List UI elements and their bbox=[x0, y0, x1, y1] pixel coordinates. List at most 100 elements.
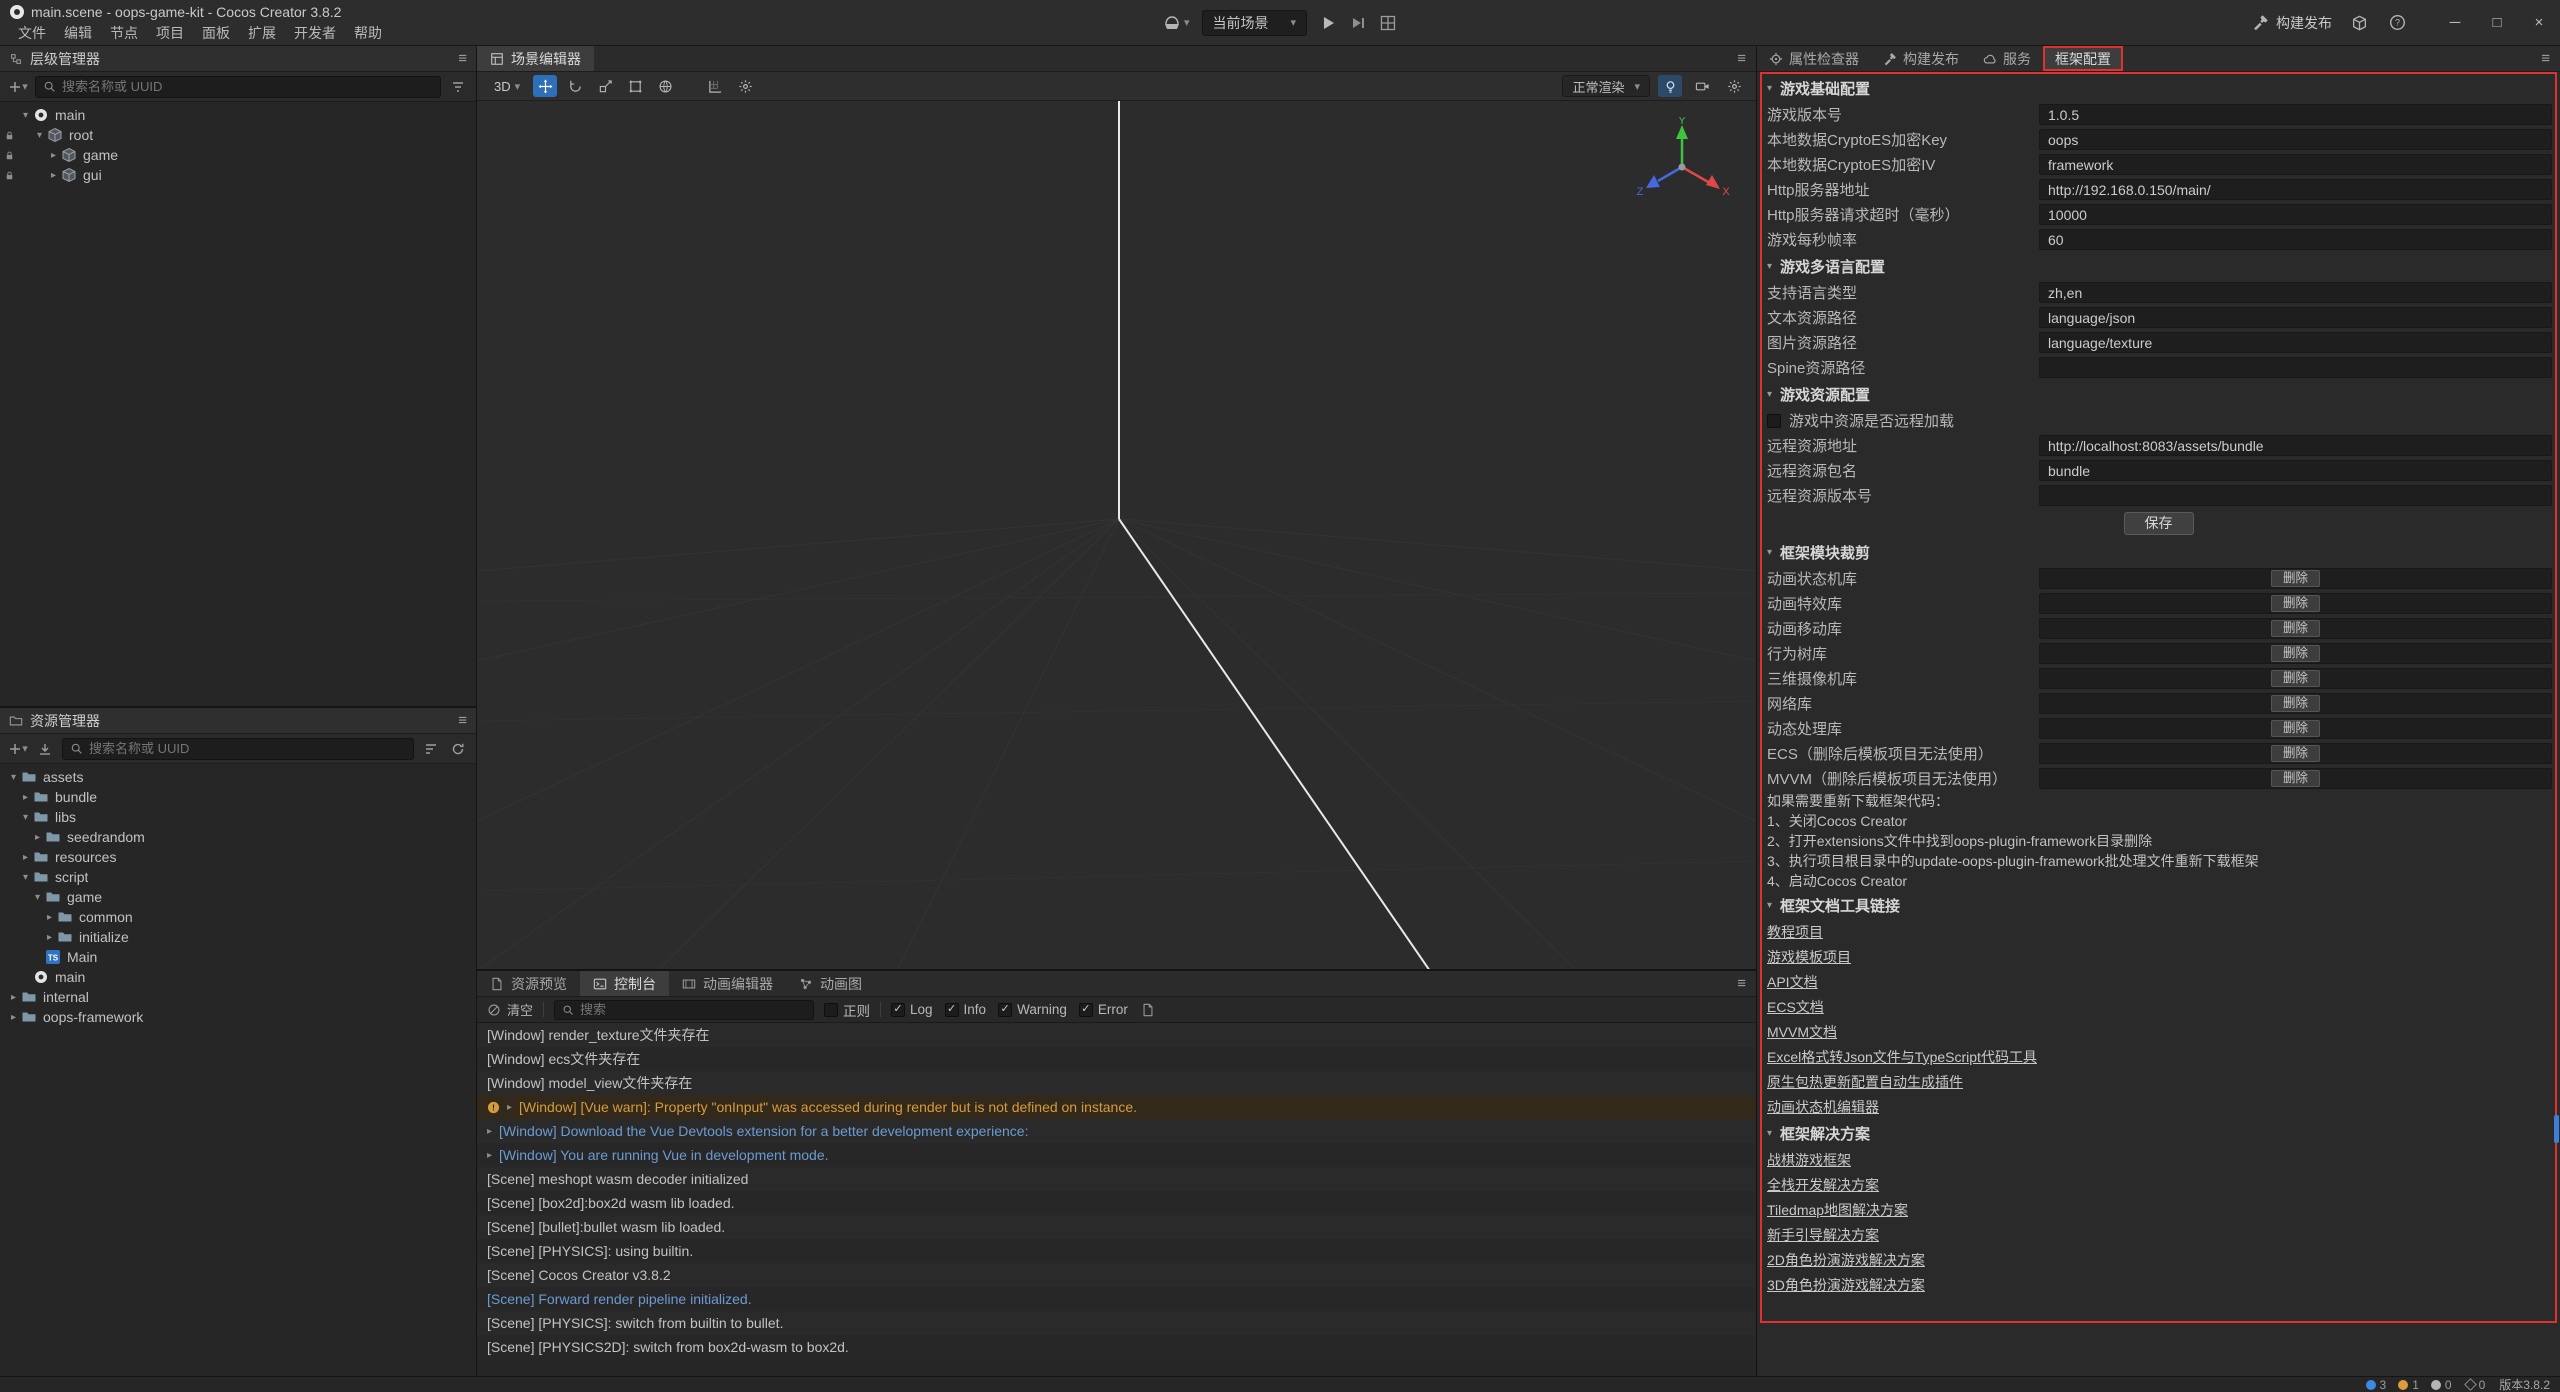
delete-button[interactable]: 删除 bbox=[2271, 720, 2320, 737]
field-value-input[interactable]: http://192.168.0.150/main/ bbox=[2039, 179, 2552, 200]
tree-node-Main[interactable]: TSMain bbox=[0, 947, 476, 967]
console-log-row[interactable]: [Window] model_view文件夹存在 bbox=[477, 1071, 1756, 1095]
menu-node[interactable]: 节点 bbox=[102, 23, 146, 43]
chevron-right-icon[interactable]: ▸ bbox=[18, 792, 33, 803]
filter-checkbox[interactable] bbox=[945, 1003, 959, 1017]
panel-menu-icon[interactable]: ≡ bbox=[458, 50, 467, 67]
step-button[interactable] bbox=[1349, 14, 1367, 32]
maximize-button[interactable]: □ bbox=[2476, 0, 2518, 45]
panel-menu-icon[interactable]: ≡ bbox=[2541, 50, 2550, 67]
filter-error[interactable]: Error bbox=[1079, 1002, 1128, 1017]
console-log-row[interactable]: [Scene] meshopt wasm decoder initialized bbox=[477, 1167, 1756, 1191]
tree-node-game[interactable]: ▸game bbox=[0, 145, 476, 165]
remote-load-checkbox[interactable] bbox=[1767, 414, 1781, 428]
filter-checkbox[interactable] bbox=[998, 1003, 1012, 1017]
filter-warning[interactable]: Warning bbox=[998, 1002, 1067, 1017]
delete-button[interactable]: 删除 bbox=[2271, 670, 2320, 687]
docs-link[interactable]: 游戏模板项目 bbox=[1767, 947, 1851, 967]
field-value-input[interactable]: language/json bbox=[2039, 307, 2552, 328]
package-icon[interactable] bbox=[2348, 12, 2370, 34]
chevron-down-icon[interactable]: ▾ bbox=[30, 892, 45, 903]
section-header-resource[interactable]: ▾游戏资源配置 bbox=[1757, 380, 2560, 408]
tree-node-main[interactable]: ▾main bbox=[0, 105, 476, 125]
chevron-down-icon[interactable]: ▾ bbox=[6, 772, 21, 783]
menu-panel[interactable]: 面板 bbox=[194, 23, 238, 43]
clear-console-button[interactable]: 清空 bbox=[487, 1000, 533, 1019]
solutions-link[interactable]: 2D角色扮演游戏解决方案 bbox=[1767, 1250, 1925, 1270]
menu-file[interactable]: 文件 bbox=[10, 23, 54, 43]
chevron-right-icon[interactable]: ▸ bbox=[6, 1012, 21, 1023]
tree-node-common[interactable]: ▸common bbox=[0, 907, 476, 927]
docs-link[interactable]: 原生包热更新配置自动生成插件 bbox=[1767, 1072, 1963, 1092]
log-file-icon[interactable] bbox=[1138, 1000, 1158, 1020]
regex-checkbox[interactable] bbox=[824, 1003, 838, 1017]
delete-button[interactable]: 删除 bbox=[2271, 695, 2320, 712]
scene-select[interactable]: 当前场景 ▾ bbox=[1202, 10, 1308, 36]
warning-count[interactable]: 1 bbox=[2398, 1378, 2419, 1392]
tree-node-script[interactable]: ▾script bbox=[0, 867, 476, 887]
field-value-input[interactable] bbox=[2039, 357, 2552, 378]
scene-light-icon[interactable] bbox=[1658, 75, 1682, 97]
docs-link[interactable]: 动画状态机编辑器 bbox=[1767, 1097, 1879, 1117]
chevron-down-icon[interactable]: ▾ bbox=[18, 110, 33, 121]
field-value-input[interactable] bbox=[2039, 485, 2552, 506]
tab-animation-graph[interactable]: 动画图 bbox=[786, 971, 875, 996]
chevron-right-icon[interactable]: ▸ bbox=[42, 912, 57, 923]
docs-link[interactable]: API文档 bbox=[1767, 972, 1818, 992]
gizmo-space-icon[interactable] bbox=[653, 75, 677, 97]
scene-settings-gear-icon[interactable] bbox=[1722, 75, 1746, 97]
snap-grid-icon[interactable] bbox=[703, 75, 727, 97]
info-count[interactable]: 3 bbox=[2366, 1378, 2387, 1392]
play-button[interactable] bbox=[1319, 14, 1337, 32]
field-value-input[interactable]: 10000 bbox=[2039, 204, 2552, 225]
move-tool-icon[interactable] bbox=[533, 75, 557, 97]
create-node-button[interactable]: ▾ bbox=[8, 77, 28, 97]
chevron-right-icon[interactable]: ▸ bbox=[46, 150, 61, 161]
chevron-right-icon[interactable]: ▸ bbox=[46, 170, 61, 181]
tree-node-bundle[interactable]: ▸bundle bbox=[0, 787, 476, 807]
docs-link[interactable]: Excel格式转Json文件与TypeScript代码工具 bbox=[1767, 1047, 2037, 1067]
hierarchy-search-input[interactable] bbox=[62, 79, 433, 94]
refresh-icon[interactable] bbox=[448, 739, 468, 759]
tree-node-libs[interactable]: ▾libs bbox=[0, 807, 476, 827]
console-log-row[interactable]: [Scene] [box2d]:box2d wasm lib loaded. bbox=[477, 1191, 1756, 1215]
chevron-right-icon[interactable]: ▸ bbox=[18, 852, 33, 863]
section-header-language[interactable]: ▾游戏多语言配置 bbox=[1757, 252, 2560, 280]
solutions-link[interactable]: 3D角色扮演游戏解决方案 bbox=[1767, 1275, 1925, 1295]
help-icon[interactable]: ? bbox=[2386, 12, 2408, 34]
chevron-down-icon[interactable]: ▾ bbox=[18, 872, 33, 883]
expand-icon[interactable]: ▸ bbox=[487, 1150, 492, 1161]
scrollbar-thumb[interactable] bbox=[2554, 1115, 2559, 1143]
filter-checkbox[interactable] bbox=[1079, 1003, 1093, 1017]
filter-icon[interactable] bbox=[448, 77, 468, 97]
field-value-input[interactable]: http://localhost:8083/assets/bundle bbox=[2039, 435, 2552, 456]
solutions-link[interactable]: 全栈开发解决方案 bbox=[1767, 1175, 1879, 1195]
chevron-right-icon[interactable]: ▸ bbox=[30, 832, 45, 843]
scale-tool-icon[interactable] bbox=[593, 75, 617, 97]
field-value-input[interactable]: language/texture bbox=[2039, 332, 2552, 353]
field-value-input[interactable]: framework bbox=[2039, 154, 2552, 175]
field-value-input[interactable]: 60 bbox=[2039, 229, 2552, 250]
tree-node-oops-framework[interactable]: ▸oops-framework bbox=[0, 1007, 476, 1027]
filter-log[interactable]: Log bbox=[891, 1002, 933, 1017]
minimize-button[interactable]: ─ bbox=[2434, 0, 2476, 45]
chevron-down-icon[interactable]: ▾ bbox=[32, 130, 47, 141]
tree-node-main[interactable]: main bbox=[0, 967, 476, 987]
create-asset-button[interactable]: ▾ bbox=[8, 739, 28, 759]
menu-project[interactable]: 项目 bbox=[148, 23, 192, 43]
preview-target-icon[interactable]: ▾ bbox=[1163, 14, 1190, 32]
tree-node-game[interactable]: ▾game bbox=[0, 887, 476, 907]
save-button[interactable]: 保存 bbox=[2124, 512, 2194, 535]
render-mode-select[interactable]: 正常渲染 ▾ bbox=[1562, 75, 1650, 97]
tree-node-seedrandom[interactable]: ▸seedrandom bbox=[0, 827, 476, 847]
docs-link[interactable]: MVVM文档 bbox=[1767, 1022, 1837, 1042]
tree-node-initialize[interactable]: ▸initialize bbox=[0, 927, 476, 947]
scene-camera-icon[interactable] bbox=[1690, 75, 1714, 97]
console-log-row[interactable]: [Window] ecs文件夹存在 bbox=[477, 1047, 1756, 1071]
expand-icon[interactable]: ▸ bbox=[487, 1126, 492, 1137]
chevron-right-icon[interactable]: ▸ bbox=[6, 992, 21, 1003]
tree-node-assets[interactable]: ▾assets bbox=[0, 767, 476, 787]
solutions-link[interactable]: Tiledmap地图解决方案 bbox=[1767, 1200, 1908, 1220]
section-header-solutions[interactable]: ▾框架解决方案 bbox=[1757, 1119, 2560, 1147]
tab-build[interactable]: 构建发布 bbox=[1871, 46, 1971, 71]
